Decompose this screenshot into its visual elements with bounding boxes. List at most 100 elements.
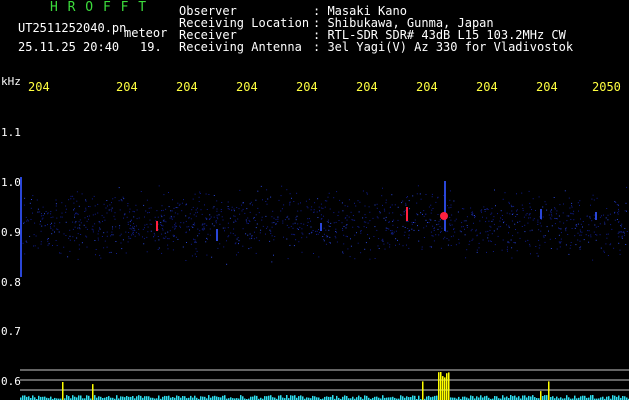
noise-speckle bbox=[551, 225, 553, 227]
profile-bar bbox=[496, 396, 498, 400]
noise-speckle bbox=[186, 242, 187, 243]
noise-speckle bbox=[582, 226, 583, 228]
noise-speckle bbox=[391, 230, 393, 232]
noise-speckle bbox=[320, 214, 322, 216]
noise-speckle bbox=[537, 224, 539, 225]
noise-speckle bbox=[491, 212, 493, 214]
noise-speckle bbox=[500, 217, 502, 219]
noise-speckle bbox=[306, 236, 308, 238]
noise-speckle bbox=[521, 226, 523, 227]
noise-speckle bbox=[63, 233, 65, 235]
noise-speckle bbox=[604, 223, 606, 225]
noise-speckle bbox=[527, 239, 529, 241]
noise-speckle bbox=[597, 226, 599, 227]
noise-speckle bbox=[301, 228, 303, 230]
noise-speckle bbox=[211, 256, 213, 258]
noise-speckle bbox=[103, 232, 105, 234]
noise-speckle bbox=[352, 226, 354, 228]
noise-speckle bbox=[130, 237, 132, 239]
noise-speckle bbox=[574, 227, 576, 229]
noise-speckle bbox=[342, 252, 344, 254]
noise-speckle bbox=[422, 213, 423, 215]
profile-bar bbox=[86, 395, 88, 400]
noise-speckle bbox=[233, 228, 235, 230]
noise-speckle bbox=[588, 224, 590, 226]
noise-speckle bbox=[115, 241, 117, 242]
noise-speckle bbox=[539, 244, 541, 246]
noise-speckle bbox=[401, 202, 403, 204]
noise-speckle bbox=[110, 209, 112, 211]
noise-speckle bbox=[603, 251, 605, 253]
noise-speckle bbox=[222, 219, 224, 221]
noise-speckle bbox=[172, 234, 174, 236]
noise-speckle bbox=[275, 224, 277, 225]
noise-speckle bbox=[590, 236, 592, 238]
noise-speckle bbox=[281, 185, 283, 187]
noise-speckle bbox=[170, 215, 172, 217]
noise-speckle bbox=[446, 238, 448, 239]
noise-speckle bbox=[335, 237, 337, 239]
noise-speckle bbox=[461, 222, 463, 224]
noise-speckle bbox=[526, 213, 528, 214]
noise-speckle bbox=[545, 203, 547, 205]
noise-speckle bbox=[273, 239, 275, 241]
noise-speckle bbox=[32, 212, 33, 214]
noise-speckle bbox=[620, 231, 622, 232]
noise-speckle bbox=[54, 231, 55, 233]
noise-speckle bbox=[352, 219, 354, 221]
noise-speckle bbox=[296, 215, 298, 217]
noise-speckle bbox=[481, 209, 483, 211]
profile-bar bbox=[434, 395, 436, 400]
noise-speckle bbox=[162, 225, 164, 227]
noise-speckle bbox=[171, 210, 173, 212]
noise-speckle bbox=[47, 238, 49, 239]
noise-speckle bbox=[63, 246, 65, 248]
noise-speckle bbox=[200, 209, 202, 211]
noise-speckle bbox=[376, 229, 378, 231]
noise-speckle bbox=[202, 228, 204, 230]
noise-speckle bbox=[560, 238, 562, 240]
noise-speckle bbox=[486, 208, 488, 210]
noise-speckle bbox=[76, 191, 78, 193]
noise-speckle bbox=[242, 245, 244, 247]
noise-speckle bbox=[362, 217, 364, 219]
profile-bar bbox=[542, 396, 544, 400]
noise-speckle bbox=[369, 220, 371, 222]
noise-speckle bbox=[92, 225, 94, 227]
noise-speckle bbox=[480, 210, 482, 212]
noise-speckle bbox=[80, 222, 82, 224]
noise-speckle bbox=[55, 209, 57, 211]
profile-bar bbox=[406, 396, 408, 400]
noise-speckle bbox=[471, 239, 473, 241]
noise-speckle bbox=[558, 241, 560, 243]
noise-speckle bbox=[270, 196, 272, 198]
noise-speckle bbox=[77, 227, 78, 229]
profile-bar bbox=[28, 396, 30, 400]
noise-speckle bbox=[468, 243, 470, 245]
noise-speckle bbox=[35, 235, 37, 237]
noise-speckle bbox=[176, 225, 177, 227]
noise-speckle bbox=[305, 200, 307, 202]
noise-speckle bbox=[605, 217, 607, 219]
noise-speckle bbox=[599, 216, 601, 218]
noise-speckle bbox=[513, 205, 515, 207]
noise-speckle bbox=[193, 238, 194, 240]
noise-speckle bbox=[72, 221, 74, 223]
noise-speckle bbox=[112, 234, 114, 236]
profile-bar bbox=[540, 391, 542, 400]
noise-speckle bbox=[294, 234, 296, 236]
profile-bar bbox=[32, 395, 34, 400]
noise-speckle bbox=[510, 239, 512, 241]
noise-speckle bbox=[189, 229, 190, 231]
noise-speckle bbox=[346, 224, 348, 226]
noise-speckle bbox=[529, 217, 531, 219]
profile-bar bbox=[120, 396, 122, 400]
noise-speckle bbox=[101, 215, 103, 217]
noise-speckle bbox=[118, 227, 120, 229]
noise-speckle bbox=[249, 233, 251, 235]
noise-speckle bbox=[369, 211, 371, 213]
signal-streak bbox=[540, 209, 542, 219]
noise-speckle bbox=[42, 206, 44, 208]
noise-speckle bbox=[316, 211, 318, 213]
noise-speckle bbox=[421, 248, 423, 250]
